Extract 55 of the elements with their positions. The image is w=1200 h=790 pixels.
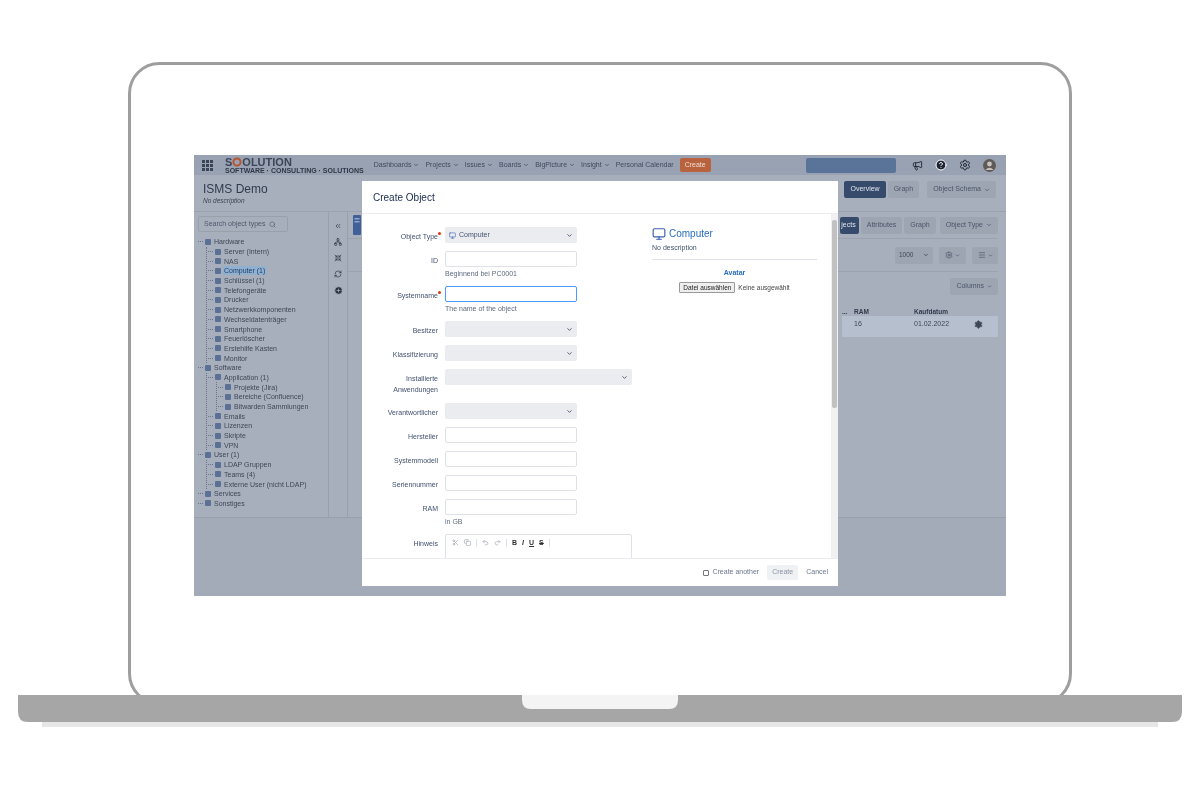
schema-title: ISMS Demo xyxy=(203,182,268,196)
refresh-icon[interactable] xyxy=(334,270,342,278)
create-another-checkbox[interactable] xyxy=(703,569,710,576)
chevron-down-icon xyxy=(986,222,992,228)
chevron-down-icon xyxy=(923,252,929,258)
hierarchy-icon[interactable] xyxy=(334,238,342,246)
chevron-down-icon xyxy=(566,349,573,357)
input-field[interactable] xyxy=(445,286,577,302)
computer-icon xyxy=(652,226,666,241)
row-actions-icon[interactable] xyxy=(974,320,983,329)
menu-icon xyxy=(977,251,986,259)
megaphone-icon[interactable] xyxy=(912,159,923,171)
required-mark xyxy=(438,232,441,235)
search-field[interactable] xyxy=(806,157,896,173)
search-icon xyxy=(269,220,277,228)
settings-icon[interactable] xyxy=(959,159,971,171)
dialog-title: Create Object xyxy=(373,190,435,205)
chevron-down-icon xyxy=(452,162,459,168)
chevron-down-icon xyxy=(523,162,530,168)
chevron-down-icon xyxy=(569,162,576,168)
chevron-down-icon xyxy=(566,231,573,239)
computer-icon xyxy=(449,231,456,239)
copy-icon[interactable] xyxy=(464,539,471,546)
chevron-down-icon xyxy=(621,373,628,381)
chevron-down-icon xyxy=(487,162,493,168)
chevron-down-icon xyxy=(955,252,960,258)
add-icon[interactable] xyxy=(333,286,343,295)
redo-icon[interactable] xyxy=(494,539,501,546)
collapse-icon[interactable] xyxy=(334,222,342,230)
logo-text: S xyxy=(225,156,233,167)
object-type-icon xyxy=(353,215,361,235)
required-mark xyxy=(438,291,441,294)
select-field[interactable] xyxy=(445,369,632,385)
help-icon[interactable] xyxy=(935,159,947,171)
avatar-icon[interactable] xyxy=(983,158,996,172)
shrink-icon[interactable] xyxy=(334,254,342,262)
chevron-down-icon xyxy=(566,407,573,415)
object-type-title: Computer xyxy=(669,227,713,241)
settings-icon xyxy=(945,251,953,259)
undo-icon[interactable] xyxy=(482,539,489,546)
chevron-down-icon xyxy=(566,325,573,333)
chevron-down-icon xyxy=(413,162,420,168)
chevron-down-icon xyxy=(603,162,610,168)
chevron-down-icon xyxy=(987,284,992,289)
chevron-down-icon xyxy=(984,186,990,193)
app-grid-icon[interactable] xyxy=(202,159,213,171)
select-field[interactable] xyxy=(445,321,577,337)
select-field[interactable] xyxy=(445,345,577,361)
menu-dropdown[interactable] xyxy=(972,246,998,264)
select-field[interactable] xyxy=(445,403,577,419)
logo-ring-icon xyxy=(232,156,243,167)
cut-icon[interactable] xyxy=(452,539,459,546)
logo-text: OLUTION xyxy=(242,156,292,167)
settings-dropdown[interactable] xyxy=(939,246,966,264)
chevron-down-icon xyxy=(987,252,993,258)
